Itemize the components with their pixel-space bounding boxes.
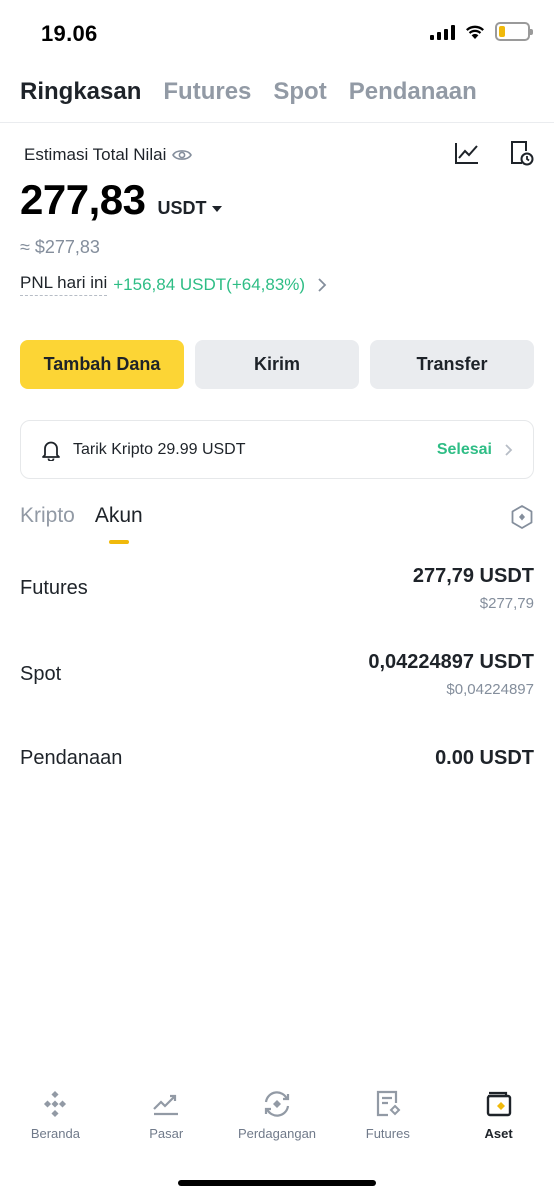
futures-document-icon xyxy=(376,1090,401,1117)
assets-screen: 19.06 Ringkasan Futures Spot Pendanaan E… xyxy=(0,0,554,1199)
nav-label: Futures xyxy=(365,1126,410,1141)
account-amount: 277,79 USDT xyxy=(412,565,534,587)
notice-status: Selesai xyxy=(436,440,492,458)
status-icons xyxy=(430,22,533,41)
pnl-value: +156,84 USDT(+64,83%) xyxy=(113,274,306,294)
account-row-spot[interactable]: Spot 0,04224897 USDT $0,04224897 xyxy=(20,651,534,711)
nav-beranda[interactable]: Beranda xyxy=(0,1090,111,1160)
wallet-icon xyxy=(486,1091,511,1117)
nav-label: Pasar xyxy=(149,1126,184,1141)
estimate-label-row: Estimasi Total Nilai xyxy=(24,145,193,165)
notice-text: Tarik Kripto 29.99 USDT xyxy=(73,440,246,458)
send-button[interactable]: Kirim xyxy=(195,340,359,389)
nav-futures[interactable]: Futures xyxy=(332,1090,443,1160)
battery-icon xyxy=(495,22,533,41)
tab-pendanaan[interactable]: Pendanaan xyxy=(349,78,477,106)
hexagon-settings-icon[interactable] xyxy=(510,504,534,530)
status-bar: 19.06 xyxy=(0,0,554,66)
nav-label: Beranda xyxy=(30,1126,80,1141)
pnl-label[interactable]: PNL hari ini xyxy=(20,273,108,296)
active-tab-indicator xyxy=(108,540,129,544)
estimate-label: Estimasi Total Nilai xyxy=(24,145,167,164)
sub-tabs: Kripto Akun xyxy=(20,504,143,544)
chevron-right-icon[interactable] xyxy=(317,277,327,292)
currency-selector[interactable]: USDT xyxy=(157,198,223,219)
trade-swap-icon xyxy=(264,1091,290,1117)
nav-aset[interactable]: Aset xyxy=(443,1090,554,1160)
status-time: 19.06 xyxy=(41,21,98,46)
nav-pasar[interactable]: Pasar xyxy=(111,1090,222,1160)
currency-label: USDT xyxy=(157,198,207,218)
pnl-row[interactable]: PNL hari ini +156,84 USDT(+64,83%) xyxy=(20,273,327,296)
tab-akun[interactable]: Akun xyxy=(94,504,143,544)
account-row-futures[interactable]: Futures 277,79 USDT $277,79 xyxy=(20,565,534,625)
tab-spot[interactable]: Spot xyxy=(273,78,326,106)
history-document-icon[interactable] xyxy=(508,140,534,166)
transfer-button[interactable]: Transfer xyxy=(370,340,534,389)
total-value: 277,83 xyxy=(20,176,146,223)
line-chart-icon[interactable] xyxy=(454,140,480,166)
cellular-signal-icon xyxy=(430,24,455,40)
account-row-pendanaan[interactable]: Pendanaan 0.00 USDT xyxy=(20,747,534,777)
approx-fiat-value: ≈ $277,83 xyxy=(20,237,100,257)
account-amount: 0,04224897 USDT xyxy=(368,651,534,673)
caret-down-icon xyxy=(212,205,223,212)
account-amount: 0.00 USDT xyxy=(435,747,534,769)
account-name: Spot xyxy=(20,663,62,685)
tab-ringkasan[interactable]: Ringkasan xyxy=(20,78,141,106)
chevron-right-icon xyxy=(505,443,513,456)
nav-label: Aset xyxy=(484,1126,513,1141)
header-icons xyxy=(454,140,534,166)
tab-akun-label: Akun xyxy=(94,504,143,527)
total-row: 277,83 USDT xyxy=(20,176,223,224)
action-buttons: Tambah Dana Kirim Transfer xyxy=(20,340,534,389)
bell-icon xyxy=(42,441,60,461)
nav-perdagangan[interactable]: Perdagangan xyxy=(222,1090,333,1160)
home-indicator xyxy=(178,1180,376,1186)
account-fiat: $277,79 xyxy=(479,595,534,612)
binance-logo-icon xyxy=(44,1090,67,1118)
eye-icon[interactable] xyxy=(172,148,193,162)
market-chart-icon xyxy=(153,1094,179,1116)
account-name: Futures xyxy=(20,577,88,599)
nav-label: Perdagangan xyxy=(237,1126,317,1141)
header-divider xyxy=(0,122,554,123)
tab-futures[interactable]: Futures xyxy=(163,78,251,106)
account-name: Pendanaan xyxy=(20,747,123,769)
deposit-button[interactable]: Tambah Dana xyxy=(20,340,184,389)
wifi-icon xyxy=(466,25,484,39)
account-fiat: $0,04224897 xyxy=(446,681,534,698)
top-tabs: Ringkasan Futures Spot Pendanaan xyxy=(20,78,477,106)
tab-kripto[interactable]: Kripto xyxy=(20,504,75,528)
withdraw-notice[interactable]: Tarik Kripto 29.99 USDT Selesai xyxy=(20,420,534,479)
bottom-nav: Beranda Pasar Perdagangan Futures Aset xyxy=(0,1090,554,1160)
